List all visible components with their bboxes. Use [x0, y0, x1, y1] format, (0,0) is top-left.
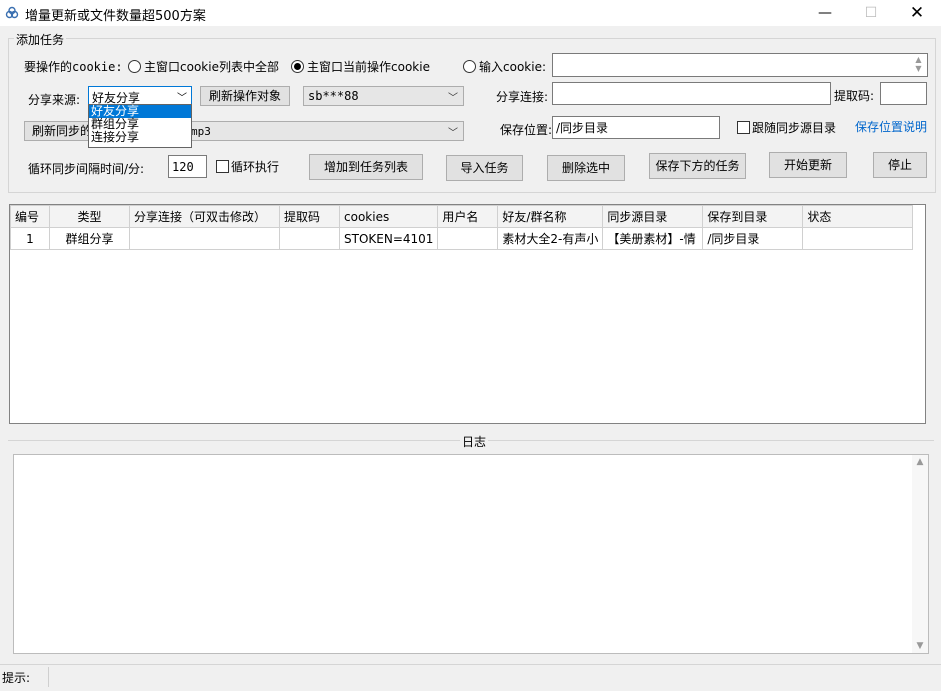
target-combo-value: sb***88 [308, 89, 359, 103]
cookie-input-scroll[interactable]: ▲ ▼ [911, 55, 926, 75]
save-location-input[interactable]: /同步目录 [552, 116, 720, 139]
follow-sync-checkbox-box[interactable] [737, 121, 750, 134]
radio-all-cookies-indicator[interactable] [128, 60, 141, 73]
follow-sync-label: 跟随同步源目录 [752, 121, 837, 135]
column-header[interactable]: 同步源目录 [602, 205, 704, 228]
status-label: 提示: [2, 671, 31, 685]
chevron-down-icon[interactable]: ﹀ [448, 89, 458, 104]
interval-input[interactable]: 120 [168, 155, 207, 178]
import-task-button[interactable]: 导入任务 [446, 155, 523, 181]
table-cell: /同步目录 [702, 227, 804, 250]
extract-code-input[interactable] [880, 82, 927, 105]
app-icon [5, 6, 19, 19]
follow-sync-checkbox[interactable]: 跟随同步源目录 [737, 119, 836, 136]
table-cell: 【美册素材】-情 [602, 227, 704, 250]
maximize-button[interactable]: ☐ [848, 0, 894, 26]
interval-label: 循环同步间隔时间/分: [28, 162, 145, 176]
table-cell: STOKEN=4101 [338, 227, 439, 250]
status-bar [0, 664, 941, 691]
radio-current-cookie-indicator[interactable] [291, 60, 304, 73]
status-separator [48, 667, 49, 687]
table-cell [802, 227, 914, 250]
cookie-input[interactable] [552, 53, 928, 77]
sync-combo[interactable]: mp3 ﹀ [186, 121, 464, 141]
table-cell: 1 [10, 227, 50, 250]
scroll-down-icon[interactable]: ▼ [912, 641, 928, 651]
chevron-down-icon[interactable]: ﹀ [448, 124, 458, 139]
column-header[interactable]: 类型 [49, 205, 130, 228]
share-source-value: 好友分享 [92, 91, 141, 105]
table-row[interactable]: 1 群组分享 STOKEN=4101 素材大全2-有声小 【美册素材】-情 /同… [10, 227, 914, 250]
share-source-label: 分享来源: [28, 93, 81, 107]
column-header[interactable]: 好友/群名称 [497, 205, 604, 228]
share-link-input[interactable] [552, 82, 831, 105]
extract-code-label: 提取码: [834, 89, 875, 103]
radio-current-cookie[interactable]: 主窗口当前操作cookie [291, 58, 430, 75]
loop-checkbox[interactable]: 循环执行 [216, 158, 279, 175]
add-task-group-title: 添加任务 [14, 31, 67, 48]
log-textarea[interactable]: ▲ ▼ [13, 454, 929, 654]
log-content [14, 455, 928, 461]
refresh-target-button[interactable]: 刷新操作对象 [200, 86, 290, 106]
scroll-up-icon[interactable]: ▲ [912, 457, 928, 467]
chevron-down-icon[interactable]: ﹀ [177, 89, 187, 104]
target-combo[interactable]: sb***88 ﹀ [303, 86, 464, 106]
table-cell: 素材大全2-有声小 [497, 227, 604, 250]
share-link-label: 分享连接: [496, 90, 549, 104]
column-header[interactable]: 提取码 [279, 205, 340, 228]
dropdown-option[interactable]: 连接分享 [89, 131, 191, 144]
loop-checkbox-box[interactable] [216, 160, 229, 173]
close-button[interactable]: ✕ [894, 0, 940, 26]
add-to-list-button[interactable]: 增加到任务列表 [309, 154, 423, 180]
column-header[interactable]: 分享连接（可双击修改） [129, 205, 280, 228]
radio-all-cookies-label: 主窗口cookie列表中全部 [144, 60, 279, 74]
log-scrollbar[interactable]: ▲ ▼ [912, 455, 928, 653]
table-cell: 群组分享 [49, 227, 130, 250]
cookie-label: 要操作的cookie: [24, 60, 123, 74]
save-location-label: 保存位置: [500, 123, 553, 137]
delete-selected-button[interactable]: 删除选中 [547, 155, 625, 181]
start-update-button[interactable]: 开始更新 [769, 152, 847, 178]
save-location-help-link[interactable]: 保存位置说明 [855, 118, 927, 135]
log-title: 日志 [460, 433, 489, 450]
window-title: 增量更新或文件数量超500方案 [25, 9, 206, 24]
radio-input-cookie-indicator[interactable] [463, 60, 476, 73]
minimize-button[interactable]: — [802, 0, 848, 26]
share-source-combo[interactable]: 好友分享 ﹀ [88, 86, 192, 106]
column-header[interactable]: cookies [338, 205, 439, 228]
radio-all-cookies[interactable]: 主窗口cookie列表中全部 [128, 58, 279, 75]
save-tasks-button[interactable]: 保存下方的任务 [649, 153, 746, 179]
refresh-sync-button[interactable]: 刷新同步的 [24, 121, 92, 141]
radio-input-cookie[interactable]: 输入cookie: [463, 58, 546, 75]
column-header[interactable]: 用户名 [437, 205, 499, 228]
radio-input-cookie-label: 输入cookie: [479, 60, 546, 74]
task-table[interactable]: 编号 类型 分享连接（可双击修改） 提取码 cookies 用户名 好友/群名称… [9, 204, 926, 424]
table-header-row: 编号 类型 分享连接（可双击修改） 提取码 cookies 用户名 好友/群名称… [10, 205, 914, 228]
table-cell [279, 227, 340, 250]
stop-button[interactable]: 停止 [873, 152, 927, 178]
radio-current-cookie-label: 主窗口当前操作cookie [307, 60, 430, 74]
table-cell[interactable] [129, 227, 280, 250]
column-header[interactable]: 保存到目录 [702, 205, 804, 228]
share-source-dropdown[interactable]: 好友分享 群组分享 连接分享 [88, 104, 192, 148]
column-header[interactable]: 编号 [10, 205, 50, 228]
sync-combo-value: mp3 [191, 125, 211, 138]
loop-label: 循环执行 [231, 160, 280, 174]
table-cell [437, 227, 499, 250]
column-header[interactable]: 状态 [802, 205, 914, 228]
